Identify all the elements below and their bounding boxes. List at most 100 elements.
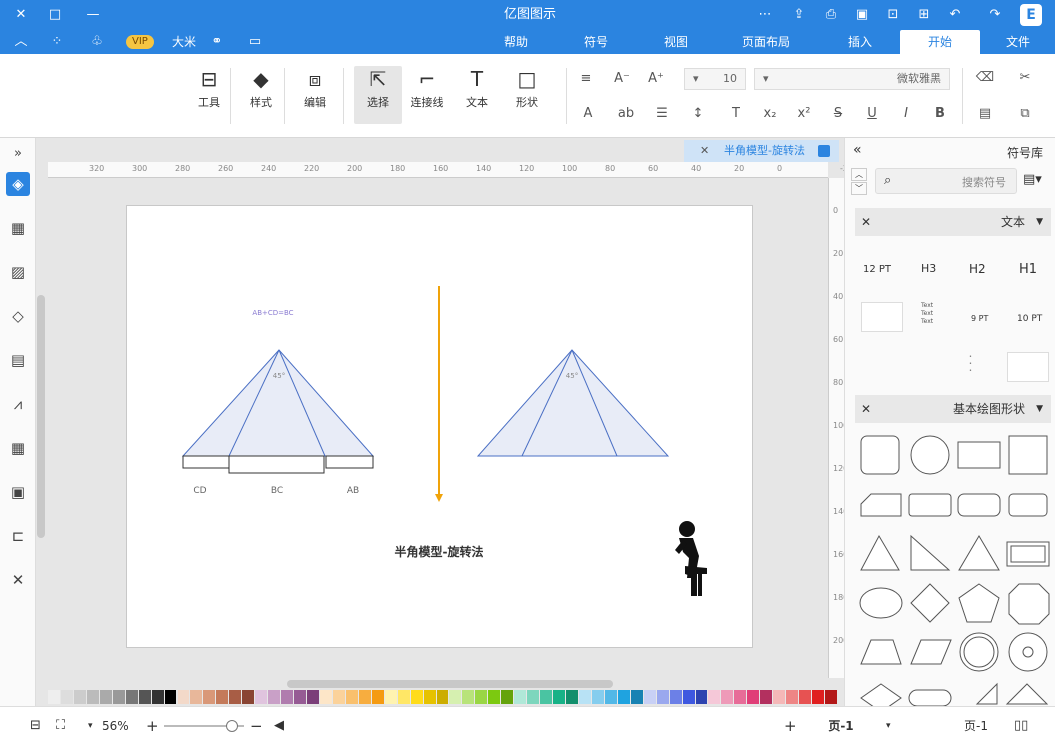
shape-trapezoid[interactable] <box>860 639 902 665</box>
color-swatch[interactable] <box>358 690 371 704</box>
color-swatch[interactable] <box>138 690 151 704</box>
shape-rect-soft[interactable] <box>908 493 952 517</box>
new-icon[interactable]: ⊞ <box>915 6 933 24</box>
text-sample-9pt[interactable]: 9 PT <box>971 314 988 323</box>
zoom-out-icon[interactable]: − <box>250 717 263 735</box>
font-size-select[interactable]: 10 ▾ <box>684 68 746 90</box>
color-swatch[interactable] <box>319 690 332 704</box>
tab-file[interactable]: 文件 <box>998 30 1038 54</box>
color-swatch[interactable] <box>268 690 281 704</box>
color-swatch[interactable] <box>617 690 630 704</box>
thinking-person-icon[interactable] <box>675 521 707 596</box>
shuffle-icon[interactable]: ✕ <box>6 568 30 592</box>
color-swatch[interactable] <box>799 690 812 704</box>
fill-icon[interactable]: ◈ <box>6 172 30 196</box>
chevron-down-icon[interactable]: ▼ <box>1036 395 1043 423</box>
color-swatch[interactable] <box>604 690 617 704</box>
collapse-icon[interactable]: ︿ <box>12 33 30 51</box>
color-swatch[interactable] <box>682 690 695 704</box>
tab-view[interactable]: 视图 <box>654 30 698 54</box>
connector-tool-button[interactable]: ⌐ 连接线 <box>406 66 448 124</box>
more-icon[interactable]: ⋯ <box>756 6 774 24</box>
color-swatch[interactable] <box>332 690 345 704</box>
shape-diamond[interactable] <box>910 583 950 623</box>
color-swatch[interactable] <box>488 690 501 704</box>
format-icon[interactable]: ⊏ <box>6 524 30 548</box>
shape-rectangle[interactable] <box>957 441 1001 469</box>
color-swatch[interactable] <box>501 690 514 704</box>
italic-icon[interactable]: I <box>896 104 916 124</box>
shape-triangle-2[interactable] <box>860 534 900 571</box>
color-swatch[interactable] <box>242 690 255 704</box>
color-swatch[interactable] <box>436 690 449 704</box>
user-name[interactable]: 大米 <box>172 34 196 50</box>
shirt-icon[interactable]: ♧ <box>88 33 106 51</box>
color-swatch[interactable] <box>721 690 734 704</box>
vip-badge[interactable]: VIP <box>126 35 154 49</box>
basic-shapes-section-header[interactable]: ✕ 基本绘图形状 ▼ <box>855 395 1051 423</box>
color-swatch[interactable] <box>371 690 384 704</box>
color-swatch[interactable] <box>643 690 656 704</box>
list-icon[interactable]: ☰ <box>652 104 672 124</box>
save-icon[interactable]: ▣ <box>853 6 871 24</box>
close-tab-icon[interactable]: ✕ <box>700 140 709 162</box>
page-list-icon[interactable]: ▯▯ <box>1014 717 1028 735</box>
page-icon[interactable]: ▤ <box>6 348 30 372</box>
color-swatch[interactable] <box>773 690 786 704</box>
add-page-icon[interactable]: + <box>784 717 797 735</box>
text-tool-button[interactable]: T 文本 <box>456 66 498 124</box>
share-icon[interactable]: ⇪ <box>790 6 808 24</box>
apps-icon[interactable]: ⁘ <box>48 33 66 51</box>
color-swatch[interactable] <box>410 690 423 704</box>
shape-rounded-rect[interactable] <box>1008 493 1048 517</box>
color-swatch[interactable] <box>384 690 397 704</box>
color-swatch[interactable] <box>462 690 475 704</box>
color-swatch[interactable] <box>190 690 203 704</box>
chevron-down-icon[interactable]: ▾ <box>886 717 891 735</box>
text-direction-icon[interactable]: T <box>726 104 746 124</box>
right-triangle[interactable] <box>476 349 670 457</box>
superscript-icon[interactable]: x² <box>794 104 814 124</box>
vertical-scrollbar[interactable] <box>37 295 45 538</box>
text-case-icon[interactable]: ab <box>616 104 636 124</box>
color-swatch[interactable] <box>747 690 760 704</box>
zoom-slider-thumb[interactable] <box>226 720 238 732</box>
color-swatch[interactable] <box>86 690 99 704</box>
tab-home[interactable]: 开始 <box>900 30 980 54</box>
segment-label-bc[interactable]: BC <box>271 486 283 496</box>
symbol-search-input[interactable]: ⌕ 搜索符号 <box>875 168 1017 194</box>
tab-help[interactable]: 帮助 <box>494 30 538 54</box>
color-swatch[interactable] <box>99 690 112 704</box>
text-sample-h2[interactable]: H2 <box>969 262 986 276</box>
color-swatch[interactable] <box>397 690 410 704</box>
diagram-caption[interactable]: 半角模型-旋转法 <box>395 544 484 559</box>
text-sample-10pt[interactable]: 10 PT <box>1017 314 1042 324</box>
maximize-icon[interactable]: □ <box>46 6 64 24</box>
edit-tool-button[interactable]: ⧈ 编辑 <box>294 66 336 124</box>
shape-circle[interactable] <box>910 435 950 475</box>
page-label[interactable]: 页-1 <box>964 717 988 735</box>
zoom-level[interactable]: 56% <box>102 717 129 735</box>
copy-icon[interactable]: ⧉ <box>1015 104 1035 124</box>
layers-icon[interactable]: ◇ <box>6 304 30 328</box>
color-swatch[interactable] <box>695 690 708 704</box>
line-spacing-icon[interactable]: ↕ <box>688 104 708 124</box>
image-icon[interactable]: ▨ <box>6 260 30 284</box>
color-swatch[interactable] <box>73 690 86 704</box>
left-triangle[interactable] <box>181 349 375 457</box>
close-icon[interactable]: ✕ <box>12 6 30 24</box>
zoom-in-icon[interactable]: + <box>146 717 159 735</box>
chat-icon[interactable]: ▭ <box>246 33 264 51</box>
formula-label[interactable]: AB+CD=BC <box>252 309 293 317</box>
underline-icon[interactable]: U <box>862 104 882 124</box>
font-color-icon[interactable]: A <box>578 104 598 124</box>
color-swatch[interactable] <box>760 690 773 704</box>
shape-ellipse[interactable] <box>859 587 903 619</box>
font-shrink-icon[interactable]: A⁻ <box>612 69 632 89</box>
color-swatch[interactable] <box>475 690 488 704</box>
shape-right-triangle-2[interactable] <box>975 682 998 705</box>
color-swatch[interactable] <box>229 690 242 704</box>
color-swatch[interactable] <box>164 690 177 704</box>
tools-button[interactable]: ⊟ 工具 <box>188 66 230 124</box>
shape-parallelogram[interactable] <box>910 639 952 665</box>
